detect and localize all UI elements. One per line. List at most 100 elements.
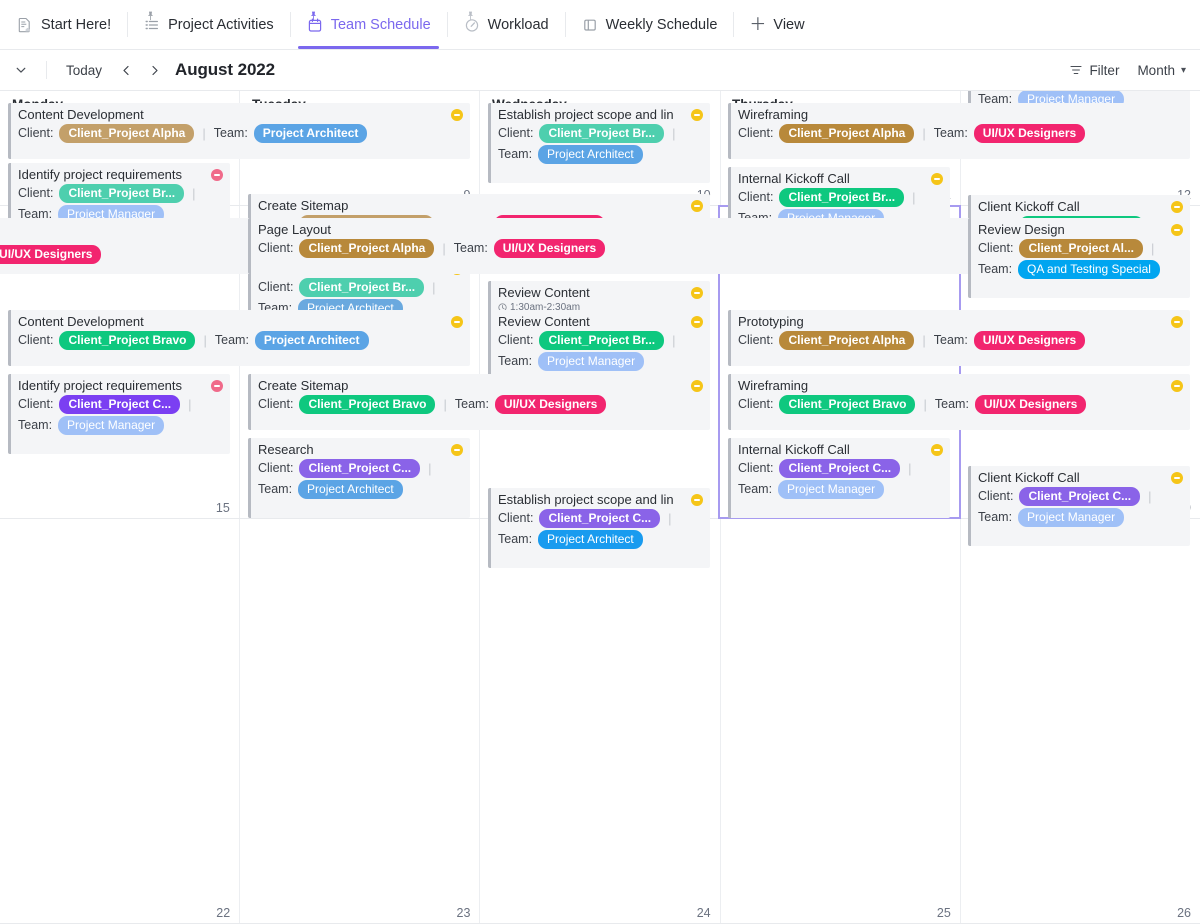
event-card[interactable]: Create Sitemap Client: Client_Project Brav… <box>248 374 710 430</box>
client-chip[interactable]: Client_Project Bravo <box>299 395 436 414</box>
event-status-badge[interactable] <box>451 316 463 328</box>
event-card[interactable]: Identify project requirements Client: Clie… <box>8 374 230 454</box>
zoom-level-select[interactable]: Month ▾ <box>1137 63 1186 78</box>
team-chip[interactable]: Project Architect <box>253 124 368 143</box>
event-status-badge[interactable] <box>691 380 703 392</box>
client-chip[interactable]: Client_Project Bravo <box>779 395 916 414</box>
collapse-toggle[interactable] <box>6 55 36 85</box>
team-chip[interactable]: Project Architect <box>298 480 403 499</box>
client-label: Client: <box>738 126 774 140</box>
event-title: Review Content <box>498 314 590 329</box>
client-chip[interactable]: Client_Project Br... <box>539 331 665 350</box>
client-label: Client: <box>18 333 54 347</box>
client-chip[interactable]: Client_Project Alpha <box>59 124 195 143</box>
prev-month-button[interactable] <box>113 57 139 83</box>
client-label: Client: <box>18 186 54 200</box>
event-status-badge[interactable] <box>691 316 703 328</box>
list-icon <box>143 11 161 34</box>
filter-label: Filter <box>1089 62 1120 78</box>
client-chip[interactable]: Client_Project Br... <box>779 188 905 207</box>
event-card[interactable]: Establish project scope and lin Client: Cl… <box>488 103 710 183</box>
tab-weekly-schedule[interactable]: Weekly Schedule <box>564 0 734 49</box>
client-chip[interactable]: Client_Project Alpha <box>779 331 915 350</box>
event-team-row: Team: Project Manager <box>18 415 222 436</box>
tab-workload[interactable]: Workload <box>446 0 565 49</box>
event-title: Prototyping <box>738 314 804 329</box>
field-separator: | <box>923 397 927 412</box>
team-chip[interactable]: UI/UX Designers <box>494 395 607 414</box>
team-label: Team: <box>454 397 489 411</box>
team-chip[interactable]: Project Architect <box>254 331 369 350</box>
event-card[interactable]: Wireframing Client: Client_Project Alpha | T… <box>728 103 1190 159</box>
client-chip[interactable]: Client_Project Alpha <box>299 239 435 258</box>
client-label: Client: <box>258 241 294 255</box>
client-chip[interactable]: Client_Project C... <box>1019 487 1141 506</box>
client-chip[interactable]: Client_Project C... <box>59 395 181 414</box>
event-card[interactable]: Content Development Client: Client_Project… <box>8 310 470 366</box>
field-separator: | <box>908 461 912 476</box>
doc-home-icon <box>16 16 34 34</box>
team-chip[interactable]: UI/UX Designers <box>973 331 1086 350</box>
team-chip[interactable]: UI/UX Designers <box>974 395 1087 414</box>
tab-start-here[interactable]: Start Here! <box>0 0 127 49</box>
event-status-badge[interactable] <box>451 444 463 456</box>
next-month-button[interactable] <box>141 57 167 83</box>
event-status-badge[interactable] <box>691 109 703 121</box>
team-chip[interactable]: Project Manager <box>538 352 645 371</box>
event-card[interactable]: Internal Kickoff Call Client: Client_Proje… <box>728 438 950 518</box>
event-title: Internal Kickoff Call <box>738 171 850 186</box>
calendar-grid: 89101112MondayTuesdayWednesdayThursdayFr… <box>0 91 1200 924</box>
event-card[interactable]: Wireframing Client: Client_Project Bravo | T… <box>728 374 1190 430</box>
event-status-badge[interactable] <box>691 494 703 506</box>
client-label: Client: <box>738 461 774 475</box>
client-chip[interactable]: Client_Project Bravo <box>59 331 196 350</box>
team-chip[interactable]: UI/UX Designers <box>0 245 102 264</box>
event-status-badge[interactable] <box>1171 224 1183 236</box>
team-label: Team: <box>453 241 488 255</box>
event-fields-row: Client: Client_Project Alpha | Team: UI/UX D… <box>738 330 1182 351</box>
event-status-badge[interactable] <box>1171 316 1183 328</box>
client-chip[interactable]: Client_Project Al... <box>1019 239 1144 258</box>
add-view-label: View <box>773 16 805 33</box>
client-chip[interactable]: Client_Project Br... <box>539 124 665 143</box>
event-status-badge[interactable] <box>1171 472 1183 484</box>
event-status-badge[interactable] <box>1171 380 1183 392</box>
client-chip[interactable]: Client_Project C... <box>299 459 421 478</box>
pin-icon <box>467 11 473 20</box>
team-chip[interactable]: Project Manager <box>778 480 885 499</box>
active-tab-underline <box>297 46 439 49</box>
event-card[interactable]: Research Client: Client_Project C... | Team:… <box>248 438 470 518</box>
field-separator: | <box>442 241 446 256</box>
event-status-badge[interactable] <box>451 109 463 121</box>
team-chip[interactable]: UI/UX Designers <box>493 239 606 258</box>
event-title: Wireframing <box>738 378 809 393</box>
event-fields-row: Client: Client_Project Bravo | Team: Project… <box>18 330 462 351</box>
chevron-down-icon <box>16 67 26 73</box>
tab-team-schedule[interactable]: Team Schedule <box>289 0 447 49</box>
team-chip[interactable]: Project Manager <box>58 416 165 435</box>
event-card[interactable]: Prototyping Client: Client_Project Alpha | T… <box>728 310 1190 366</box>
client-label: Client: <box>738 333 774 347</box>
event-status-badge[interactable] <box>211 169 223 181</box>
chevron-left-icon <box>122 65 129 75</box>
event-fields-row: Client: Client_Project Bravo | Team: UI/UX D… <box>738 394 1182 415</box>
filter-button[interactable]: Filter <box>1069 63 1119 78</box>
event-status-badge[interactable] <box>931 444 943 456</box>
event-status-badge[interactable] <box>931 173 943 185</box>
team-chip[interactable]: UI/UX Designers <box>973 124 1086 143</box>
field-separator: | <box>912 190 916 205</box>
team-chip[interactable]: QA and Testing Special <box>1018 260 1160 279</box>
client-chip[interactable]: Client_Project Br... <box>59 184 185 203</box>
today-button[interactable]: Today <box>57 59 111 82</box>
team-label: Team: <box>498 354 533 368</box>
event-card[interactable]: Content Development Client: Client_Project… <box>8 103 470 159</box>
event-card[interactable]: Review Design Client: Client_Project Al...… <box>968 218 1190 298</box>
client-chip[interactable]: Client_Project Alpha <box>779 124 915 143</box>
event-status-badge[interactable] <box>211 380 223 392</box>
client-chip[interactable]: Client_Project C... <box>779 459 901 478</box>
plus-icon: ＋ <box>749 15 767 34</box>
field-separator: | <box>922 333 926 348</box>
tab-project-activities[interactable]: Project Activities <box>127 0 290 49</box>
add-view-button[interactable]: ＋ View <box>733 0 820 49</box>
team-chip[interactable]: Project Architect <box>538 145 643 164</box>
